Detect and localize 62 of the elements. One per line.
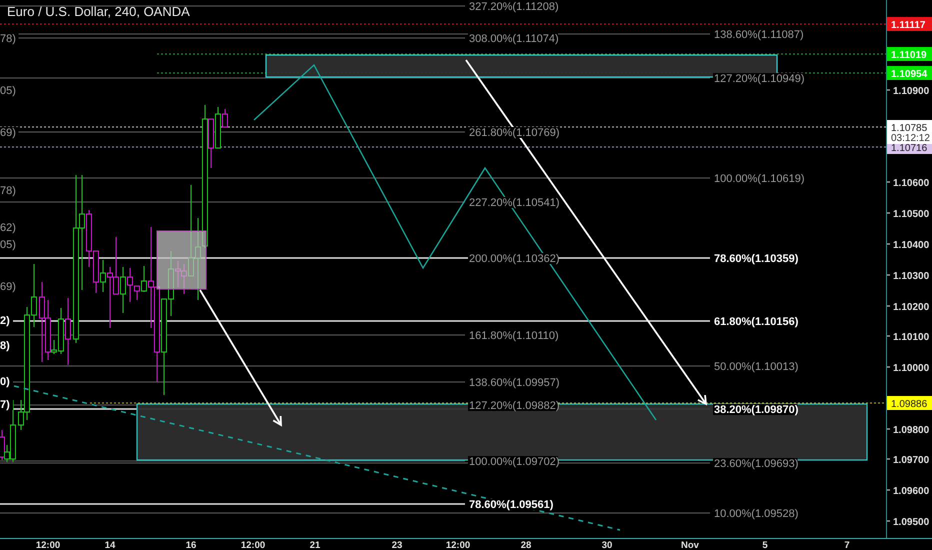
fib-level-label: 50.00%(1.10013) — [714, 361, 798, 373]
zigzag-line[interactable] — [254, 64, 657, 420]
price-axis-label: 1.10600 — [893, 178, 930, 189]
cut-off-label: 69) — [0, 127, 16, 139]
fib-level-label: 138.60%(1.09957) — [469, 377, 560, 389]
price-axis-label: 1.10000 — [893, 363, 930, 374]
price-tag: 1.10954 — [887, 66, 932, 80]
time-axis-label: 21 — [310, 540, 320, 550]
time-axis-label: 14 — [104, 540, 116, 550]
fib-level-label: 100.00%(1.09702) — [469, 456, 560, 468]
price-tag: 1.11019 — [887, 47, 932, 61]
cut-off-label: 05) — [0, 239, 16, 251]
price-axis-label: 1.10200 — [893, 302, 930, 313]
price-axis-label: 1.09800 — [893, 425, 930, 436]
price-axis-label: 1.10100 — [893, 332, 930, 343]
price-axis-label: 1.10400 — [893, 240, 930, 251]
fib-level-label: 127.20%(1.09882) — [469, 400, 560, 412]
cut-off-label: 78) — [0, 185, 16, 197]
fib-level-label: 10.00%(1.09528) — [714, 508, 798, 520]
price-axis-label: 1.09600 — [893, 486, 930, 497]
cut-off-label: 05) — [0, 85, 16, 97]
price-tag: 1.11117 — [887, 17, 932, 31]
fib-level-label: 78.60%(1.09561) — [469, 499, 554, 511]
price-axis-label: 1.09700 — [893, 455, 930, 466]
time-axis-label: 5 — [762, 540, 768, 550]
time-axis-label: 30 — [602, 540, 612, 550]
cut-off-label: 8) — [0, 340, 10, 352]
cut-off-label: 0) — [0, 376, 10, 388]
fib-level-label: 23.60%(1.09693) — [714, 458, 798, 470]
price-tag: 1.09886 — [887, 396, 932, 410]
fib-level-label: 227.20%(1.10541) — [469, 197, 560, 209]
time-axis-label: 12:00 — [446, 540, 470, 550]
fib-level-label: 61.80%(1.10156) — [714, 316, 798, 328]
countdown-tag: 03:12:12 — [887, 131, 932, 144]
fib-level-label: 161.80%(1.10110) — [469, 330, 559, 342]
fib-level-label: 38.20%(1.09870) — [714, 404, 798, 416]
cut-off-label: 69) — [0, 281, 16, 293]
fib-level-label: 261.80%(1.10769) — [469, 127, 560, 139]
time-axis-label: 7 — [844, 540, 850, 550]
cut-off-label: 2) — [0, 315, 10, 327]
price-axis-label: 1.09500 — [893, 517, 930, 528]
fib-level-label: 327.20%(1.11208) — [469, 1, 559, 13]
fib-level-label: 100.00%(1.10619) — [714, 173, 805, 185]
arrow[interactable] — [199, 290, 282, 427]
time-axis-label: 16 — [186, 540, 196, 550]
fib-level-label: 127.20%(1.10949) — [714, 73, 805, 85]
chart-title: Euro / U.S. Dollar, 240, OANDA — [7, 4, 190, 19]
time-axis-label: 23 — [392, 540, 402, 550]
time-axis-label: 12:00 — [240, 540, 266, 550]
cut-off-label: 62) — [0, 222, 16, 234]
cut-off-label: 78) — [0, 33, 16, 45]
fib-level-label: 78.60%(1.10359) — [714, 253, 798, 265]
time-axis-label: 12:00 — [36, 540, 60, 550]
time-axis-label: Nov — [681, 540, 699, 550]
fib-level-label: 200.00%(1.10362) — [469, 253, 560, 265]
time-axis-label: 28 — [520, 540, 532, 550]
fib-level-label: 138.60%(1.11087) — [714, 29, 804, 41]
fib-level-label: 308.00%(1.11074) — [469, 33, 559, 45]
price-axis-label: 1.10300 — [893, 271, 930, 282]
cut-off-label: 7) — [0, 399, 10, 411]
price-axis-label: 1.10900 — [893, 86, 930, 97]
price-axis-label: 1.10500 — [893, 209, 930, 220]
